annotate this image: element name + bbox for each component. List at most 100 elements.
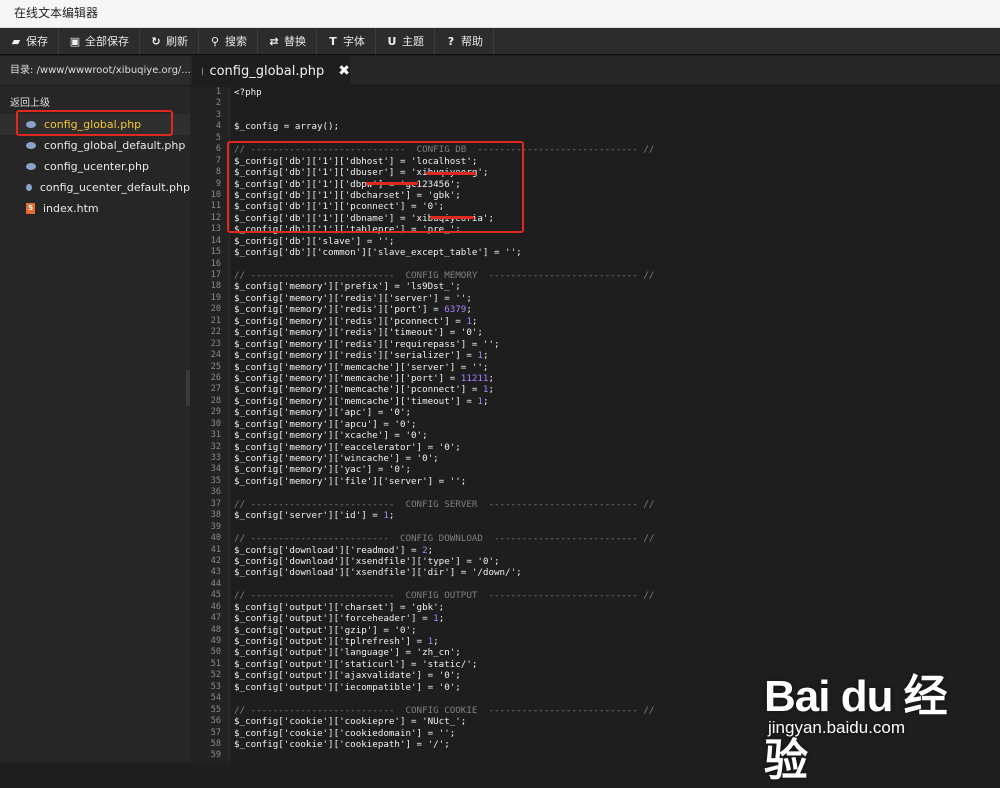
code-area[interactable]: <?php $_config = array(); // -------------… — [234, 87, 1000, 762]
file-item[interactable]: config_global.php — [0, 114, 190, 135]
line-number: 28 — [210, 395, 221, 406]
code-line: $_config['output']['tplrefresh'] = 1; — [234, 636, 439, 647]
php-file-icon — [26, 163, 36, 170]
line-number-gutter: 1 2 3 4 5 6 7 8 9 10 11 12 13 14 15 16 17 18 19 20 21 22 23 24 2… — [190, 87, 230, 763]
code-line: // -------------------------- CONFIG OUT… — [234, 590, 655, 602]
file-name: config_global.php — [44, 118, 142, 131]
line-number: 40 — [210, 533, 221, 544]
code-line: $_config['db']['1']['dbpw'] = 'gc123456'… — [234, 178, 461, 190]
toolbar-button-label: 主题 — [402, 35, 424, 48]
code-line: $_config['memory']['apcu'] = '0'; — [234, 418, 417, 430]
code-editor[interactable]: 1 2 3 4 5 6 7 8 9 10 11 12 13 14 15 16 17 18 19 20 21 22 23 24 2… — [190, 87, 1000, 763]
line-number: 11 — [210, 201, 221, 212]
file-sidebar: 返回上级 config_global.php config_global_defa… — [0, 86, 190, 763]
code-line: <?php — [234, 87, 262, 98]
php-file-icon — [202, 66, 204, 76]
toolbar-button-theme[interactable]: U 主题 — [376, 28, 435, 54]
line-number: 9 — [215, 178, 221, 189]
code-line: $_config['memory']['file']['server'] = '… — [234, 475, 467, 487]
line-number: 7 — [215, 155, 221, 166]
line-number: 32 — [210, 441, 221, 452]
line-number: 2 — [215, 98, 221, 109]
code-line: $_config['download']['xsendfile']['type'… — [234, 555, 500, 567]
php-file-icon — [26, 184, 32, 191]
file-item[interactable]: 5 index.htm — [0, 198, 190, 219]
line-number: 5 — [215, 132, 221, 143]
file-item[interactable]: config_ucenter_default.php — [0, 177, 190, 198]
code-line: $_config['memory']['redis']['serializer'… — [234, 350, 489, 362]
line-number: 55 — [210, 704, 221, 715]
save-icon: ▰ — [11, 34, 21, 48]
line-number: 10 — [210, 189, 221, 200]
code-line: $_config['memory']['redis']['pconnect'] … — [234, 315, 478, 327]
line-number: 35 — [210, 475, 221, 486]
html5-file-icon: 5 — [26, 203, 35, 214]
code-line: $_config['memory']['redis']['requirepass… — [234, 338, 500, 350]
tab-config-global[interactable]: config_global.php ✖ — [192, 56, 350, 86]
tab-bar: config_global.php ✖ — [190, 56, 1000, 86]
line-number: 29 — [210, 407, 221, 418]
code-line: $_config['memory']['memcache']['server']… — [234, 361, 489, 373]
code-line: $_config['output']['gzip'] = '0'; — [234, 624, 417, 636]
toolbar-button-search[interactable]: ⚲ 搜索 — [199, 28, 258, 54]
code-line: $_config['output']['staticurl'] = 'stati… — [234, 658, 478, 670]
line-number: 26 — [210, 372, 221, 383]
line-number: 34 — [210, 464, 221, 475]
line-number: 41 — [210, 544, 221, 555]
line-number: 38 — [210, 510, 221, 521]
toolbar-button-save-all[interactable]: ▣ 全部保存 — [59, 28, 140, 54]
file-item[interactable]: config_ucenter.php — [0, 156, 190, 177]
redaction-mark-dbname — [430, 216, 474, 219]
toolbar: ▰ 保存 ▣ 全部保存 ↻ 刷新 ⚲ 搜索 ⇄ 替换 T 字体 U 主题? 帮助 — [0, 28, 1000, 55]
file-name: config_ucenter_default.php — [39, 181, 190, 194]
line-number: 58 — [210, 738, 221, 749]
line-number: 37 — [210, 498, 221, 509]
close-tab-icon[interactable]: ✖ — [338, 63, 350, 79]
code-line: $_config['db']['1']['dbhost'] = 'localho… — [234, 155, 478, 167]
line-number: 24 — [210, 350, 221, 361]
window-title: 在线文本编辑器 — [0, 0, 1000, 28]
line-number: 25 — [210, 361, 221, 372]
toolbar-button-save[interactable]: ▰ 保存 — [0, 28, 59, 54]
toolbar-button-label: 刷新 — [166, 35, 188, 48]
line-number: 19 — [210, 292, 221, 303]
go-up-link[interactable]: 返回上级 — [0, 86, 190, 114]
toolbar-button-refresh[interactable]: ↻ 刷新 — [140, 28, 199, 54]
line-number: 45 — [210, 590, 221, 601]
line-number: 44 — [210, 578, 221, 589]
line-number: 48 — [210, 624, 221, 635]
line-number: 56 — [210, 716, 221, 727]
help-icon: ? — [447, 34, 455, 48]
code-line: $_config['output']['ajaxvalidate'] = '0'… — [234, 670, 461, 682]
toolbar-button-label: 帮助 — [461, 35, 483, 48]
line-number: 51 — [210, 658, 221, 669]
toolbar-button-label: 保存 — [26, 35, 48, 48]
toolbar-button-label: 搜索 — [225, 35, 247, 48]
redaction-mark-dbuser — [426, 172, 476, 175]
toolbar-button-font[interactable]: T 字体 — [317, 28, 376, 54]
line-number: 23 — [210, 338, 221, 349]
line-number: 50 — [210, 647, 221, 658]
line-number: 4 — [215, 121, 221, 132]
line-number: 54 — [210, 693, 221, 704]
line-number: 49 — [210, 636, 221, 646]
refresh-icon: ↻ — [151, 34, 161, 48]
file-item[interactable]: config_global_default.php — [0, 135, 190, 156]
code-line: $_config['db']['slave'] = ''; — [234, 235, 395, 247]
line-number: 27 — [210, 384, 221, 395]
line-number: 43 — [210, 567, 221, 578]
code-line: $_config['output']['forceheader'] = 1; — [234, 613, 445, 625]
code-line: $_config['memory']['redis']['port'] = 63… — [234, 304, 472, 316]
toolbar-button-label: 全部保存 — [85, 35, 129, 48]
line-number: 13 — [210, 224, 221, 235]
font-icon: T — [329, 34, 337, 48]
code-line: $_config['download']['xsendfile']['dir']… — [234, 567, 522, 579]
code-line: $_config['server']['id'] = 1; — [234, 510, 395, 522]
code-line: // ---------------------------- CONFIG D… — [234, 144, 655, 156]
code-line: $_config['output']['language'] = 'zh_cn'… — [234, 647, 461, 659]
toolbar-button-help[interactable]: ? 帮助 — [435, 28, 494, 54]
line-number: 8 — [215, 167, 221, 178]
toolbar-button-replace[interactable]: ⇄ 替换 — [258, 28, 317, 54]
